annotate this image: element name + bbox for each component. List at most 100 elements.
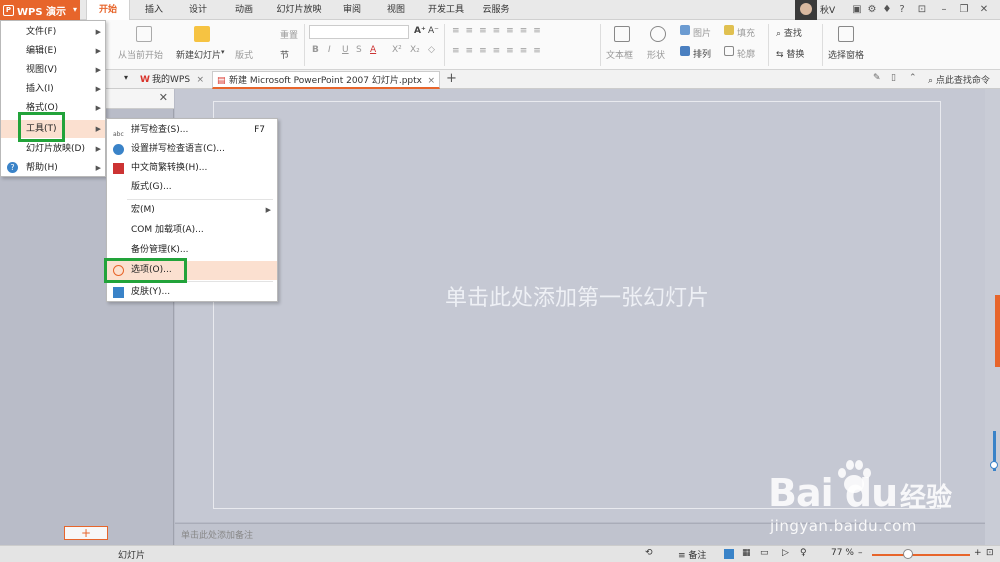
picture-icon bbox=[680, 25, 690, 35]
picture-button[interactable]: 图片 bbox=[693, 26, 711, 39]
menu-item-file[interactable]: 文件(F) ▶ bbox=[1, 23, 105, 41]
italic-icon[interactable]: I bbox=[328, 45, 331, 55]
section-button[interactable]: 节 bbox=[280, 48, 289, 61]
tab-animation[interactable]: 动画 bbox=[228, 0, 260, 20]
skin-icon[interactable]: ▣ bbox=[851, 4, 863, 16]
menu-item-spell-language[interactable]: 设置拼写检查语言(C)... bbox=[107, 140, 277, 159]
slide-prompt-text[interactable]: 单击此处添加第一张幻灯片 bbox=[214, 280, 940, 312]
settings-icon[interactable]: ⚙ bbox=[866, 4, 878, 16]
minimize-icon[interactable]: – bbox=[938, 4, 950, 16]
shape-button[interactable]: 形状 bbox=[647, 48, 665, 61]
chevron-down-icon[interactable]: ▾ bbox=[221, 48, 225, 56]
align-tools-icon[interactable]: ≡≡≡≡≡≡≡ bbox=[452, 46, 547, 56]
tab-insert[interactable]: 插入 bbox=[138, 0, 170, 20]
notes-toggle-button[interactable]: ≡ 备注 bbox=[678, 548, 706, 561]
tip-icon[interactable]: ♀ bbox=[800, 548, 807, 558]
slideshow-icon[interactable]: ▷ bbox=[782, 548, 789, 558]
brush-icon[interactable]: ✎ bbox=[873, 73, 881, 83]
fill-button[interactable]: 填充 bbox=[737, 26, 755, 39]
replace-button[interactable]: ⇆ 替换 bbox=[776, 47, 804, 60]
reset-button[interactable]: 重置 bbox=[280, 28, 298, 41]
menu-item-chinese-convert[interactable]: 中文简繁转换(H)... bbox=[107, 159, 277, 178]
menu-item-insert[interactable]: 插入(I) ▶ bbox=[1, 80, 105, 98]
chevron-right-icon: ▶ bbox=[95, 125, 101, 133]
history-icon[interactable]: ⟲ bbox=[645, 548, 653, 558]
normal-view-icon[interactable] bbox=[724, 549, 734, 559]
help-icon[interactable]: ? bbox=[896, 4, 908, 16]
notes-toggle-label: 备注 bbox=[688, 551, 707, 561]
arrange-button[interactable]: 排列 bbox=[693, 47, 711, 60]
zoom-slider-knob[interactable] bbox=[990, 461, 998, 469]
underline-icon[interactable]: U bbox=[342, 45, 349, 55]
chevron-down-icon[interactable]: ▾ bbox=[124, 73, 128, 82]
selection-pane-button[interactable]: 选择窗格 bbox=[828, 48, 864, 61]
highlight-box-options bbox=[104, 258, 187, 283]
font-name-select[interactable] bbox=[309, 25, 409, 39]
zoom-slider-knob[interactable] bbox=[903, 549, 913, 559]
font-grow-icon[interactable]: A⁺ bbox=[414, 26, 426, 36]
slide-placeholder[interactable]: 单击此处添加第一张幻灯片 bbox=[213, 101, 941, 509]
menu-item-slideshow[interactable]: 幻灯片放映(D) ▶ bbox=[1, 140, 105, 158]
maximize-icon[interactable]: ❐ bbox=[958, 4, 970, 16]
tab-cloud[interactable]: 云服务 bbox=[478, 0, 514, 20]
superscript-icon[interactable]: X² bbox=[392, 45, 402, 55]
close-icon[interactable]: × bbox=[427, 72, 435, 90]
menu-item-edit[interactable]: 编辑(E) ▶ bbox=[1, 42, 105, 60]
find-button[interactable]: ⌕ 查找 bbox=[776, 26, 802, 39]
clear-format-icon[interactable]: ◇ bbox=[428, 45, 435, 55]
zoom-slider[interactable] bbox=[872, 554, 970, 556]
zoom-percent[interactable]: 77 % bbox=[831, 548, 854, 558]
close-icon[interactable]: ✕ bbox=[978, 4, 990, 16]
paragraph-tools-icon[interactable]: ≡≡≡≡≡≡≡ bbox=[452, 26, 547, 36]
bold-icon[interactable]: B bbox=[312, 45, 319, 55]
slide-sorter-icon[interactable]: ▦ bbox=[742, 548, 751, 558]
ribbon: 从当前开始 新建幻灯片 ▾ 版式 重置 节 A⁺ A⁻ B I U S A X²… bbox=[0, 20, 1000, 70]
layout-button[interactable]: 版式 bbox=[235, 48, 253, 61]
avatar[interactable] bbox=[795, 0, 817, 20]
restore-window-icon[interactable]: ⊡ bbox=[916, 4, 928, 16]
outline-icon bbox=[724, 46, 734, 56]
subscript-icon[interactable]: X₂ bbox=[410, 45, 420, 55]
tab-slideshow[interactable]: 幻灯片放映 bbox=[272, 0, 326, 20]
shadow-icon[interactable]: S bbox=[356, 45, 362, 55]
from-current-button[interactable]: 从当前开始 bbox=[118, 48, 163, 61]
doc-icon[interactable]: ▯ bbox=[891, 73, 896, 83]
close-icon[interactable]: × bbox=[196, 71, 204, 89]
add-slide-button[interactable]: + bbox=[64, 526, 108, 540]
font-shrink-icon[interactable]: A⁻ bbox=[428, 26, 439, 36]
doc-tab-my-wps[interactable]: W 我的WPS × bbox=[136, 71, 208, 89]
tab-review[interactable]: 审阅 bbox=[336, 0, 368, 20]
menu-item-view[interactable]: 视图(V) ▶ bbox=[1, 61, 105, 79]
menu-item-spell-check[interactable]: abc 拼写检查(S)... F7 bbox=[107, 121, 277, 140]
tab-design[interactable]: 设计 bbox=[182, 0, 214, 20]
zoom-out-icon[interactable]: – bbox=[858, 548, 863, 558]
user-name[interactable]: 秋V bbox=[820, 3, 835, 16]
play-from-current-icon bbox=[136, 26, 152, 42]
menu-item-macro[interactable]: 宏(M) ▶ bbox=[107, 201, 277, 220]
fill-icon bbox=[724, 25, 734, 35]
tab-view[interactable]: 视图 bbox=[380, 0, 412, 20]
shirt-icon[interactable]: ♦ bbox=[881, 4, 893, 16]
command-search[interactable]: ⌕ 点此查找命令 bbox=[928, 73, 990, 86]
textbox-button[interactable]: 文本框 bbox=[606, 48, 633, 61]
doc-tab-presentation[interactable]: ▤ 新建 Microsoft PowerPoint 2007 幻灯片.pptx … bbox=[212, 71, 440, 89]
wps-main-menu: 文件(F) ▶ 编辑(E) ▶ 视图(V) ▶ 插入(I) ▶ 格式(O) ▶ 工具(T)… bbox=[0, 20, 106, 177]
menu-item-skin[interactable]: 皮肤(Y)... bbox=[107, 283, 277, 302]
zoom-in-icon[interactable]: + bbox=[974, 548, 982, 558]
divider bbox=[600, 24, 601, 66]
close-icon[interactable]: ✕ bbox=[159, 91, 168, 104]
font-color-icon[interactable]: A bbox=[370, 45, 376, 55]
menu-item-layout[interactable]: 版式(G)... bbox=[107, 178, 277, 197]
panel-toggle-handle[interactable] bbox=[995, 295, 1000, 367]
outline-button[interactable]: 轮廓 bbox=[737, 47, 755, 60]
menu-item-help[interactable]: ? 帮助(H) ▶ bbox=[1, 159, 105, 177]
wps-menu-button[interactable]: P WPS 演示 ▾ bbox=[0, 0, 80, 20]
menu-item-com-addins[interactable]: COM 加载项(A)... bbox=[107, 221, 277, 240]
new-tab-button[interactable]: + bbox=[446, 71, 457, 86]
new-slide-button[interactable]: 新建幻灯片 bbox=[176, 48, 221, 61]
tab-home[interactable]: 开始 bbox=[86, 0, 130, 21]
tab-developer[interactable]: 开发工具 bbox=[424, 0, 468, 20]
fit-window-icon[interactable]: ⊡ bbox=[986, 548, 994, 558]
pin-icon[interactable]: ⌃ bbox=[909, 73, 917, 83]
reading-view-icon[interactable]: ▭ bbox=[760, 548, 769, 558]
